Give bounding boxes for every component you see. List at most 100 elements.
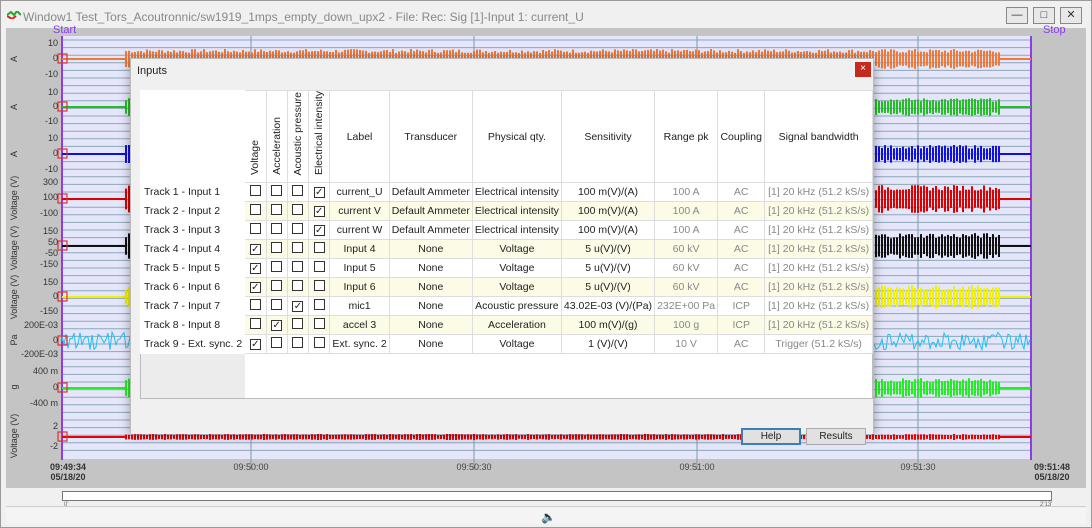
acoustic-pressure-checkbox[interactable] bbox=[292, 261, 304, 273]
acceleration-checkbox[interactable] bbox=[271, 242, 283, 254]
label-cell[interactable]: mic1 bbox=[329, 296, 390, 317]
electrical-intensity-checkbox[interactable]: ✓ bbox=[313, 206, 325, 218]
table-row[interactable]: Track 3 - Input 3 ✓ current W Default Ammet… bbox=[139, 220, 873, 241]
coupling-cell[interactable]: AC bbox=[717, 258, 766, 279]
bandwidth-cell[interactable]: [1] 20 kHz (51.2 kS/s) bbox=[764, 258, 873, 279]
electrical-intensity-checkbox[interactable] bbox=[313, 261, 325, 273]
stop-marker[interactable]: Stop bbox=[1043, 24, 1066, 36]
label-cell[interactable]: accel 3 bbox=[329, 315, 390, 336]
transducer-cell[interactable]: Default Ammeter bbox=[388, 201, 473, 222]
bandwidth-cell[interactable]: Trigger (51.2 kS/s) bbox=[764, 334, 873, 355]
physical-qty-cell[interactable]: Voltage bbox=[471, 239, 562, 260]
help-button[interactable]: Help bbox=[741, 428, 801, 445]
table-row[interactable]: Track 4 - Input 4 ✓ Input 4 None Voltage 5 u(… bbox=[139, 239, 873, 260]
acceleration-checkbox[interactable] bbox=[271, 185, 283, 197]
label-cell[interactable]: current W bbox=[329, 220, 390, 241]
voltage-checkbox[interactable] bbox=[249, 318, 261, 330]
voltage-checkbox[interactable] bbox=[249, 223, 261, 235]
table-row[interactable]: Track 9 - Ext. sync. 2 ✓ Ext. sync. 2 None V… bbox=[139, 334, 873, 355]
range-cell[interactable]: 232E+00 Pa bbox=[654, 296, 719, 317]
acceleration-checkbox[interactable] bbox=[271, 299, 283, 311]
transducer-cell[interactable]: None bbox=[388, 258, 473, 279]
physical-qty-cell[interactable]: Voltage bbox=[471, 277, 562, 298]
transducer-cell[interactable]: None bbox=[388, 296, 473, 317]
bandwidth-cell[interactable]: [1] 20 kHz (51.2 kS/s) bbox=[764, 296, 873, 317]
transducer-cell[interactable]: None bbox=[388, 239, 473, 260]
bandwidth-cell[interactable]: [1] 20 kHz (51.2 kS/s) bbox=[764, 239, 873, 260]
acceleration-checkbox[interactable] bbox=[271, 337, 283, 349]
range-cell[interactable]: 60 kV bbox=[654, 239, 719, 260]
transducer-cell[interactable]: None bbox=[388, 334, 473, 355]
range-cell[interactable]: 60 kV bbox=[654, 258, 719, 279]
physical-qty-cell[interactable]: Electrical intensity bbox=[471, 201, 562, 222]
electrical-intensity-checkbox[interactable] bbox=[313, 242, 325, 254]
electrical-intensity-checkbox[interactable] bbox=[313, 299, 325, 311]
sensitivity-cell[interactable]: 100 m(V)/(A) bbox=[560, 201, 656, 222]
range-cell[interactable]: 100 g bbox=[654, 315, 719, 336]
table-row[interactable]: Track 6 - Input 6 ✓ Input 6 None Voltage 5 u(… bbox=[139, 277, 873, 298]
acceleration-checkbox[interactable] bbox=[271, 261, 283, 273]
voltage-checkbox[interactable]: ✓ bbox=[249, 263, 261, 275]
bandwidth-cell[interactable]: [1] 20 kHz (51.2 kS/s) bbox=[764, 182, 873, 203]
acoustic-pressure-checkbox[interactable] bbox=[292, 204, 304, 216]
transducer-cell[interactable]: Default Ammeter bbox=[388, 182, 473, 203]
label-cell[interactable]: Input 6 bbox=[329, 277, 390, 298]
bandwidth-cell[interactable]: [1] 20 kHz (51.2 kS/s) bbox=[764, 201, 873, 222]
label-cell[interactable]: Input 5 bbox=[329, 258, 390, 279]
acceleration-checkbox[interactable] bbox=[271, 204, 283, 216]
start-marker[interactable]: Start bbox=[53, 24, 76, 36]
label-cell[interactable]: Input 4 bbox=[329, 239, 390, 260]
sensitivity-cell[interactable]: 5 u(V)/(V) bbox=[560, 239, 656, 260]
dialog-close-button[interactable]: × bbox=[855, 62, 871, 77]
coupling-cell[interactable]: AC bbox=[717, 239, 766, 260]
acoustic-pressure-checkbox[interactable] bbox=[292, 223, 304, 235]
table-row[interactable]: Track 5 - Input 5 ✓ Input 5 None Voltage 5 u(… bbox=[139, 258, 873, 279]
coupling-cell[interactable]: AC bbox=[717, 277, 766, 298]
transducer-cell[interactable]: None bbox=[388, 315, 473, 336]
electrical-intensity-checkbox[interactable] bbox=[313, 337, 325, 349]
electrical-intensity-checkbox[interactable]: ✓ bbox=[313, 225, 325, 237]
coupling-cell[interactable]: AC bbox=[717, 182, 766, 203]
coupling-cell[interactable]: AC bbox=[717, 334, 766, 355]
sensitivity-cell[interactable]: 43.02E-03 (V)/(Pa) bbox=[560, 296, 656, 317]
voltage-checkbox[interactable] bbox=[249, 204, 261, 216]
coupling-cell[interactable]: AC bbox=[717, 220, 766, 241]
physical-qty-cell[interactable]: Acoustic pressure bbox=[471, 296, 562, 317]
physical-qty-cell[interactable]: Voltage bbox=[471, 258, 562, 279]
transducer-cell[interactable]: Default Ammeter bbox=[388, 220, 473, 241]
acceleration-checkbox[interactable] bbox=[271, 223, 283, 235]
voltage-checkbox[interactable] bbox=[249, 185, 261, 197]
electrical-intensity-checkbox[interactable] bbox=[313, 318, 325, 330]
coupling-cell[interactable]: ICP bbox=[717, 315, 766, 336]
sensitivity-cell[interactable]: 100 m(V)/(g) bbox=[560, 315, 656, 336]
voltage-checkbox[interactable]: ✓ bbox=[249, 244, 261, 256]
results-button[interactable]: Results bbox=[806, 428, 866, 445]
coupling-cell[interactable]: ICP bbox=[717, 296, 766, 317]
label-cell[interactable]: current V bbox=[329, 201, 390, 222]
sensitivity-cell[interactable]: 5 u(V)/(V) bbox=[560, 258, 656, 279]
acoustic-pressure-checkbox[interactable]: ✓ bbox=[292, 301, 304, 313]
table-row[interactable]: Track 7 - Input 7 ✓ mic1 None Acoustic press… bbox=[139, 296, 873, 317]
acceleration-checkbox[interactable]: ✓ bbox=[271, 320, 283, 332]
physical-qty-cell[interactable]: Electrical intensity bbox=[471, 220, 562, 241]
voltage-checkbox[interactable]: ✓ bbox=[249, 282, 261, 294]
acoustic-pressure-checkbox[interactable] bbox=[292, 242, 304, 254]
time-scrollbar[interactable] bbox=[62, 491, 1052, 501]
physical-qty-cell[interactable]: Electrical intensity bbox=[471, 182, 562, 203]
sensitivity-cell[interactable]: 1 (V)/(V) bbox=[560, 334, 656, 355]
sensitivity-cell[interactable]: 5 u(V)/(V) bbox=[560, 277, 656, 298]
range-cell[interactable]: 60 kV bbox=[654, 277, 719, 298]
transducer-cell[interactable]: None bbox=[388, 277, 473, 298]
sensitivity-cell[interactable]: 100 m(V)/(A) bbox=[560, 220, 656, 241]
label-cell[interactable]: Ext. sync. 2 bbox=[329, 334, 390, 355]
physical-qty-cell[interactable]: Acceleration bbox=[471, 315, 562, 336]
table-row[interactable]: Track 1 - Input 1 ✓ current_U Default Ammet… bbox=[139, 182, 873, 203]
range-cell[interactable]: 100 A bbox=[654, 201, 719, 222]
acoustic-pressure-checkbox[interactable] bbox=[292, 280, 304, 292]
range-cell[interactable]: 100 A bbox=[654, 182, 719, 203]
physical-qty-cell[interactable]: Voltage bbox=[471, 334, 562, 355]
range-cell[interactable]: 10 V bbox=[654, 334, 719, 355]
coupling-cell[interactable]: AC bbox=[717, 201, 766, 222]
electrical-intensity-checkbox[interactable]: ✓ bbox=[313, 187, 325, 199]
acoustic-pressure-checkbox[interactable] bbox=[292, 318, 304, 330]
